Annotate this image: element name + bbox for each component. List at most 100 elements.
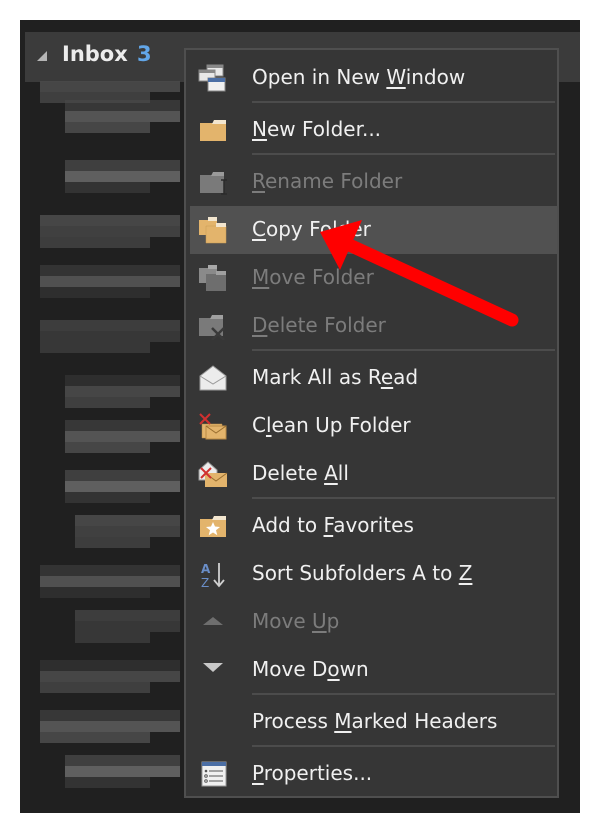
menu-item-move-down[interactable]: Move Down [190, 646, 557, 694]
rename-folder-icon [200, 172, 227, 195]
menu-item-clean-up-folder[interactable]: Clean Up Folder [190, 402, 557, 450]
blurred-message-row [65, 122, 150, 133]
menu-separator [252, 745, 555, 747]
blurred-message-row [40, 81, 180, 92]
blurred-message-row [40, 265, 180, 276]
blurred-message-row [40, 587, 150, 598]
new-window-icon [198, 64, 226, 92]
blurred-message-row [65, 397, 150, 408]
blurred-message-row [65, 431, 180, 442]
menu-item-label: Clean Up Folder [252, 413, 411, 437]
menu-separator [252, 349, 555, 351]
blurred-message-row [40, 682, 150, 693]
blurred-message-row [65, 470, 180, 481]
blurred-message-row [40, 320, 180, 331]
menu-item-label: Rename Folder [252, 169, 403, 193]
blurred-message-row [40, 342, 150, 353]
menu-item-properties[interactable]: Properties... [190, 750, 557, 798]
menu-separator [252, 153, 555, 155]
sort-az-icon: A Z [201, 562, 225, 588]
menu-item-label: Move Down [252, 657, 369, 681]
blurred-message-row [40, 287, 150, 298]
move-up-triangle-icon [203, 617, 223, 625]
menu-item-label: Mark All as Read [252, 365, 419, 389]
delete-all-envelope-icon [198, 461, 228, 487]
blurred-message-row [65, 375, 180, 386]
menu-item-label: Properties... [252, 761, 373, 785]
blurred-message-row [65, 481, 180, 492]
menu-item-label: Delete Folder [252, 313, 386, 337]
menu-item-open-in-new-window[interactable]: Open in New Window [190, 54, 557, 102]
menu-item-new-folder[interactable]: New Folder... [190, 106, 557, 154]
blurred-message-row [65, 171, 180, 182]
blurred-message-row [40, 276, 180, 287]
menu-item-label: Copy Folder [252, 217, 371, 241]
blurred-message-row [40, 671, 180, 682]
svg-text:Z: Z [201, 576, 209, 588]
menu-item-label: Add to Favorites [252, 513, 414, 537]
menu-separator [252, 497, 555, 499]
blurred-message-row [75, 632, 150, 643]
blurred-message-row [75, 537, 150, 548]
blurred-message-row [40, 237, 150, 248]
blurred-message-row [65, 420, 180, 431]
blurred-message-row [65, 100, 180, 111]
new-folder-icon [200, 120, 226, 141]
blurred-message-row [40, 70, 180, 81]
delete-folder-icon [199, 315, 225, 340]
blurred-message-row [65, 766, 180, 777]
blurred-message-row [40, 721, 180, 732]
menu-item-rename-folder: Rename Folder [190, 158, 557, 206]
blurred-message-row [40, 331, 180, 342]
blurred-message-row [75, 515, 180, 526]
blurred-message-row [65, 160, 180, 171]
blurred-message-row [65, 755, 180, 766]
favorites-folder-icon [200, 516, 226, 537]
menu-item-label: Process Marked Headers [252, 709, 498, 733]
properties-icon [201, 761, 227, 787]
menu-separator [252, 693, 555, 695]
context-menu: Open in New Window New Folder... Rename … [184, 48, 559, 798]
blurred-message-row [40, 576, 180, 587]
menu-item-move-up: Move Up [190, 598, 557, 646]
blurred-message-row [65, 111, 180, 122]
blurred-message-row [65, 492, 150, 503]
menu-separator [252, 101, 555, 103]
blurred-message-row [65, 386, 180, 397]
menu-item-delete-folder: Delete Folder [190, 302, 557, 350]
menu-item-process-marked-headers[interactable]: Process Marked Headers [190, 698, 557, 746]
blurred-message-row [65, 777, 150, 788]
blurred-message-row [40, 226, 180, 237]
menu-item-label: Delete All [252, 461, 349, 485]
menu-item-label: Move Up [252, 609, 340, 633]
blurred-message-row [75, 621, 180, 632]
blurred-message-row [40, 710, 180, 721]
copy-folder-icon [199, 217, 227, 244]
blurred-message-row [40, 215, 180, 226]
menu-item-label: New Folder... [252, 117, 382, 141]
menu-item-label: Move Folder [252, 265, 374, 289]
blurred-message-row [65, 442, 150, 453]
folder-name: Inbox [62, 42, 128, 66]
menu-item-sort-subfolders[interactable]: A Z Sort Subfolders A to Z [190, 550, 557, 598]
menu-item-copy-folder[interactable]: Copy Folder [190, 206, 557, 254]
menu-item-label: Sort Subfolders A to Z [252, 561, 473, 585]
mark-read-envelope-icon [199, 365, 227, 391]
blurred-message-row [40, 732, 150, 743]
blurred-message-row [75, 610, 180, 621]
blurred-message-row [65, 182, 150, 193]
svg-text:A: A [201, 562, 211, 576]
menu-item-add-to-favorites[interactable]: Add to Favorites [190, 502, 557, 550]
blurred-message-row [75, 526, 180, 537]
menu-item-delete-all[interactable]: Delete All [190, 450, 557, 498]
menu-item-mark-all-as-read[interactable]: Mark All as Read [190, 354, 557, 402]
move-folder-icon [199, 265, 226, 291]
blurred-message-row [40, 565, 180, 576]
move-down-triangle-icon [203, 663, 223, 672]
menu-item-label: Open in New Window [252, 65, 466, 89]
blurred-message-row [40, 660, 180, 671]
collapse-triangle-icon[interactable] [37, 51, 47, 61]
unread-count: 3 [137, 42, 152, 66]
menu-item-move-folder: Move Folder [190, 254, 557, 302]
clean-up-folder-icon [199, 413, 227, 440]
